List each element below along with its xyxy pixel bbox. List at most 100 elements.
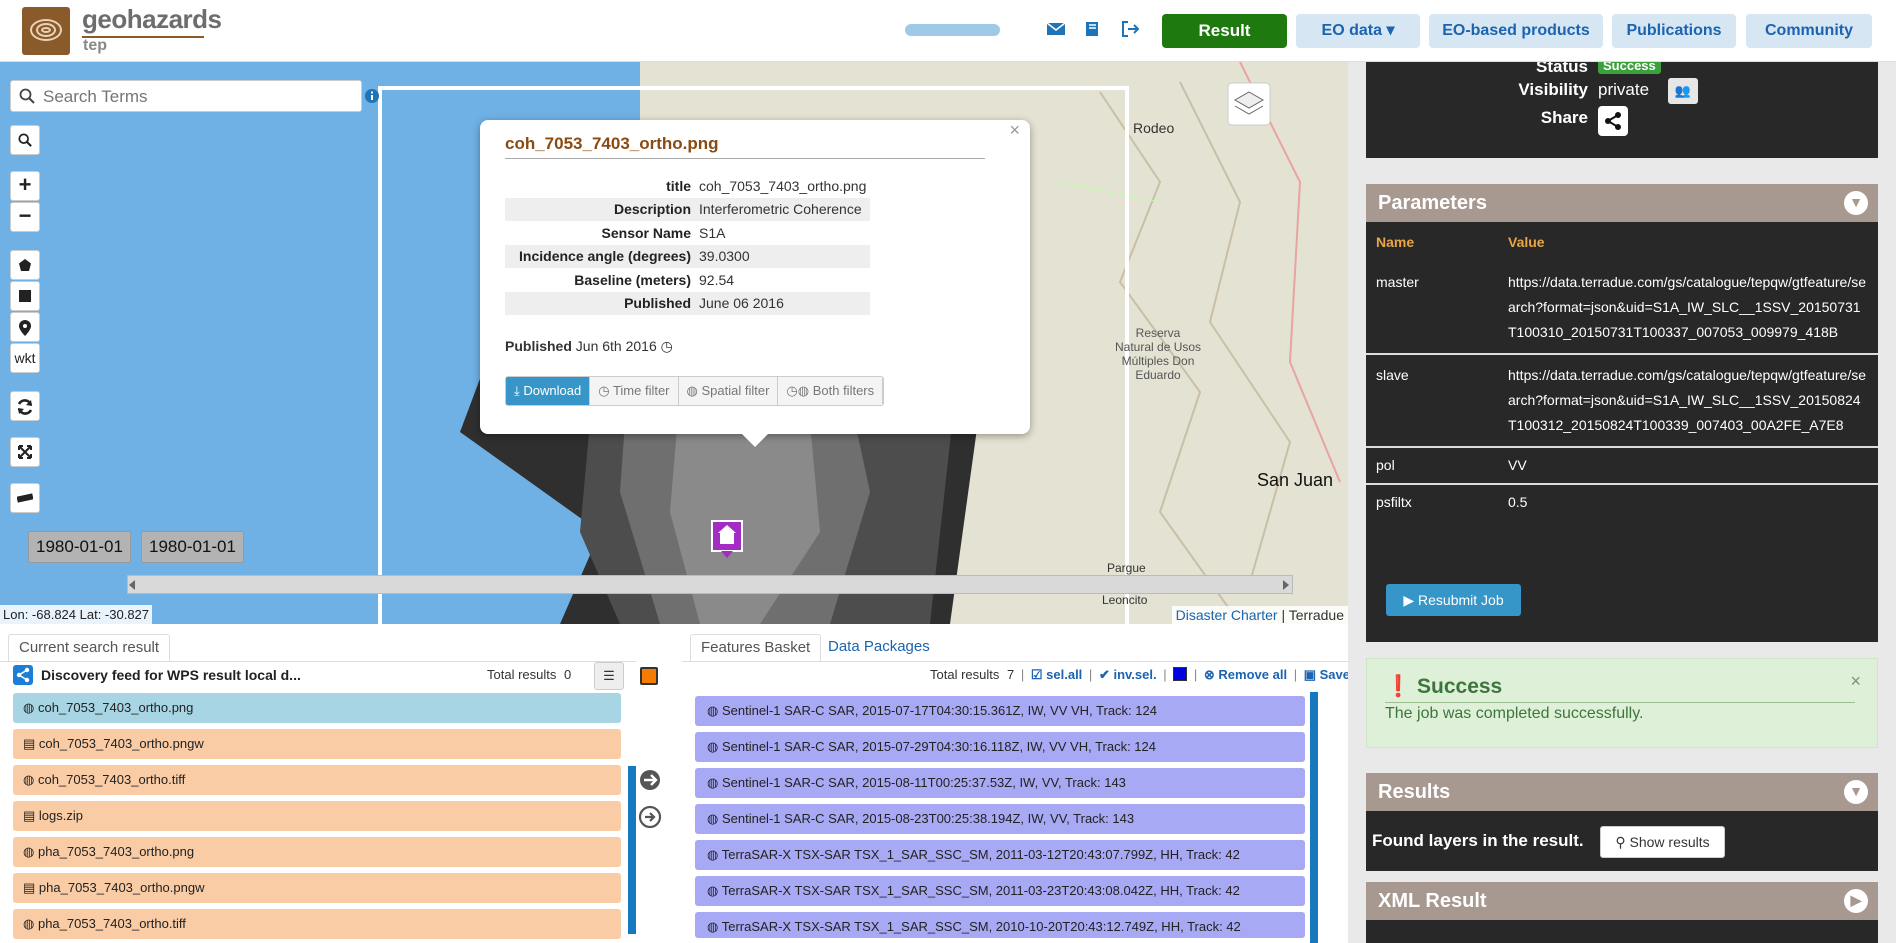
result-marker-icon[interactable] [711, 520, 743, 560]
attribution-charter-link[interactable]: Disaster Charter [1176, 607, 1278, 623]
invert-selection-button[interactable]: ✔ inv.sel. [1099, 667, 1157, 682]
list-item[interactable]: ◍ Sentinel-1 SAR-C SAR, 2015-08-11T00:25… [695, 768, 1305, 798]
tab-features-basket[interactable]: Features Basket [690, 634, 822, 662]
zoom-out-button[interactable]: − [10, 202, 40, 232]
list-item[interactable]: ◍ TerraSAR-X TSX-SAR TSX_1_SAR_SSC_SM, 2… [695, 876, 1305, 906]
close-icon[interactable]: × [1850, 671, 1861, 692]
globe-icon: ◍ [23, 700, 35, 715]
timeline-end-date[interactable]: 1980-01-01 [141, 531, 244, 563]
map-view[interactable]: Rodeo Reserva Natural de Usos Múltiples … [0, 62, 1348, 624]
measure-button[interactable] [10, 483, 40, 513]
close-icon[interactable]: × [1009, 120, 1020, 141]
list-item[interactable]: ◍ Sentinel-1 SAR-C SAR, 2015-07-29T04:30… [695, 732, 1305, 762]
left-total-results: Total results 0 [487, 667, 571, 682]
time-filter-button[interactable]: ◷ Time filter [590, 377, 679, 405]
right-list-scrollbar[interactable] [1310, 692, 1318, 943]
results-header[interactable]: Results ▼ [1366, 773, 1878, 811]
result-button[interactable]: Result [1162, 14, 1287, 48]
globe-icon: ◍ [707, 775, 719, 790]
list-item[interactable]: ◍ TerraSAR-X TSX-SAR TSX_1_SAR_SSC_SM, 2… [695, 912, 1305, 938]
geohazards-logo[interactable] [22, 7, 70, 55]
spatial-filter-button[interactable]: ◍ Spatial filter [678, 377, 779, 405]
zoom-in-button[interactable]: + [10, 171, 40, 201]
list-item-label: pha_7053_7403_ortho.pngw [38, 880, 205, 895]
chevron-right-icon[interactable]: ▶ [1844, 889, 1868, 913]
tab-underline [0, 661, 636, 662]
list-item[interactable]: ▤ pha_7053_7403_ortho.pngw [13, 873, 621, 903]
tab-current-search-result[interactable]: Current search result [8, 634, 171, 662]
both-filters-button[interactable]: ◷◍ Both filters [778, 377, 884, 405]
layers-icon[interactable] [1227, 82, 1271, 126]
download-button[interactable]: ⤓ Download [506, 377, 591, 405]
nav-community[interactable]: Community [1746, 14, 1872, 48]
time-filter-label: Time filter [612, 383, 670, 398]
refresh-button[interactable] [10, 391, 40, 421]
color-swatch-orange[interactable] [640, 667, 658, 685]
draw-point-button[interactable] [10, 312, 40, 342]
globe-icon: ◍ [686, 383, 698, 398]
timeline-start-date[interactable]: 1980-01-01 [28, 531, 131, 563]
timeline-left-handle[interactable] [127, 576, 137, 594]
resubmit-job-button[interactable]: ▶ Resubmit Job [1386, 584, 1521, 616]
parameters-header[interactable]: Parameters ▼ [1366, 184, 1878, 222]
visibility-button[interactable]: 👥 [1668, 78, 1698, 104]
chevron-down-icon[interactable]: ▼ [1844, 780, 1868, 804]
list-item-label: Sentinel-1 SAR-C SAR, 2015-08-23T00:25:3… [721, 811, 1135, 826]
circle-arrow-right-icon[interactable] [638, 805, 662, 829]
timeline-right-handle[interactable] [1281, 576, 1291, 594]
save-button[interactable]: ▣ Save [1304, 667, 1350, 682]
refresh-icon [17, 399, 33, 415]
list-view-button[interactable]: ☰ [594, 662, 624, 690]
list-item[interactable]: ◍ pha_7053_7403_ortho.tiff [13, 909, 621, 939]
zoom-search-button[interactable] [10, 125, 40, 155]
list-item[interactable]: ◍ Sentinel-1 SAR-C SAR, 2015-07-17T04:30… [695, 696, 1305, 726]
search-input[interactable] [43, 85, 353, 109]
tab-data-packages[interactable]: Data Packages [818, 634, 940, 662]
list-item[interactable]: ▤ coh_7053_7403_ortho.pngw [13, 729, 621, 759]
field-key: Published [505, 291, 695, 315]
xml-result-panel [1366, 920, 1878, 943]
draw-box-button[interactable] [10, 281, 40, 311]
color-swatch-blue[interactable] [1173, 667, 1188, 681]
list-item[interactable]: ▤ logs.zip [13, 801, 621, 831]
nav-eo-data[interactable]: EO data ▾ [1296, 14, 1420, 48]
param-value: 0.5 [1508, 494, 1528, 510]
popup-title: coh_7053_7403_ortho.png [505, 134, 719, 153]
list-item[interactable]: ◍ Sentinel-1 SAR-C SAR, 2015-08-23T00:25… [695, 804, 1305, 834]
chevron-down-icon[interactable]: ▼ [1844, 191, 1868, 215]
param-name: slave [1366, 354, 1498, 448]
fullscreen-button[interactable] [10, 437, 40, 467]
results-panel: Found layers in the result. ⚲ Show resul… [1366, 811, 1878, 871]
list-item[interactable]: ◍ coh_7053_7403_ortho.tiff [13, 765, 621, 795]
remove-all-button[interactable]: ⊗ Remove all [1204, 667, 1287, 682]
list-item[interactable]: ◍ TerraSAR-X TSX-SAR TSX_1_SAR_SSC_SM, 2… [695, 840, 1305, 870]
timeline-slider[interactable] [127, 575, 1293, 594]
sign-out-icon[interactable] [1118, 17, 1142, 41]
globe-icon: ◍ [23, 844, 35, 859]
arrow-right-icon[interactable] [638, 768, 662, 792]
book-icon[interactable] [1081, 17, 1105, 41]
left-list-scrollbar[interactable] [628, 766, 636, 934]
list-item-label: Sentinel-1 SAR-C SAR, 2015-08-11T00:25:3… [721, 775, 1126, 790]
draw-polygon-button[interactable] [10, 250, 40, 280]
table-row: Baseline (meters) 92.54 [505, 268, 870, 292]
share-button[interactable] [1598, 106, 1628, 136]
info-icon[interactable] [364, 88, 380, 104]
ruler-icon [16, 493, 34, 503]
parameters-title: Parameters [1378, 192, 1487, 214]
field-value: June 06 2016 [695, 291, 871, 315]
nav-eo-based-products[interactable]: EO-based products [1429, 14, 1603, 48]
xml-result-header[interactable]: XML Result ▶ [1366, 882, 1878, 920]
mail-icon[interactable] [1044, 17, 1068, 41]
group-icon: 👥 [1674, 83, 1692, 98]
nav-publications[interactable]: Publications [1612, 14, 1736, 48]
list-item[interactable]: ◍ pha_7053_7403_ortho.png [13, 837, 621, 867]
select-all-button[interactable]: ☑ sel.all [1031, 667, 1082, 682]
globe-icon: ◍ [23, 916, 35, 931]
show-results-button[interactable]: ⚲ Show results [1600, 826, 1725, 858]
table-row: Description Interferometric Coherence [505, 197, 871, 221]
col-name-header: Name [1376, 234, 1415, 250]
wkt-button[interactable]: wkt [10, 343, 40, 373]
resubmit-label: Resubmit Job [1418, 592, 1504, 608]
list-item[interactable]: ◍ coh_7053_7403_ortho.png [13, 693, 621, 723]
